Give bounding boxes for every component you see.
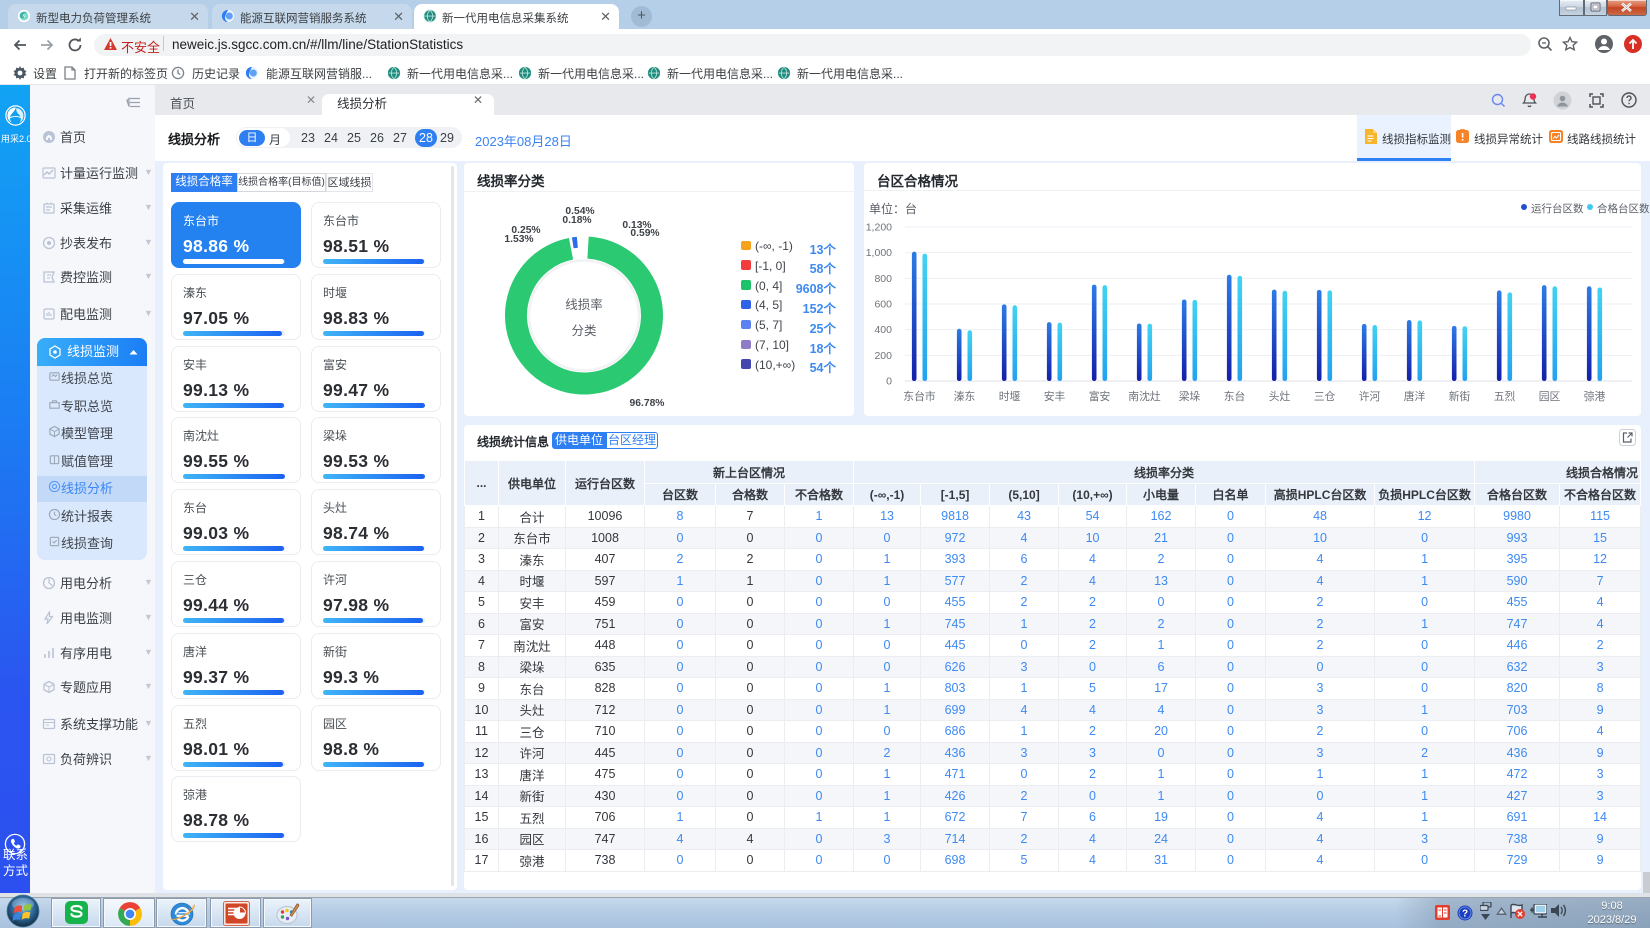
svg-text:许河: 许河 [1359, 390, 1381, 403]
svg-text:200: 200 [874, 350, 892, 362]
svg-text:园区: 园区 [1539, 390, 1561, 403]
svg-text:1,200: 1,200 [866, 222, 892, 234]
svg-text:头灶: 头灶 [1269, 390, 1291, 403]
svg-text:0: 0 [886, 376, 892, 388]
svg-text:五烈: 五烈 [1494, 389, 1516, 403]
svg-text:东台市: 东台市 [903, 389, 936, 403]
svg-text:时堰: 时堰 [999, 390, 1021, 403]
svg-text:唐洋: 唐洋 [1404, 389, 1426, 403]
svg-text:安丰: 安丰 [1044, 389, 1066, 403]
svg-text:溱东: 溱东 [954, 389, 976, 403]
svg-text:三仓: 三仓 [1314, 389, 1336, 403]
svg-text:南沈灶: 南沈灶 [1128, 389, 1161, 403]
svg-text:弶港: 弶港 [1584, 389, 1606, 403]
svg-text:600: 600 [874, 299, 892, 311]
svg-text:梁垛: 梁垛 [1179, 389, 1201, 403]
svg-text:400: 400 [874, 324, 892, 336]
svg-text:新街: 新街 [1449, 389, 1471, 403]
svg-text:东台: 东台 [1224, 389, 1246, 403]
svg-text:800: 800 [874, 273, 892, 285]
svg-text:富安: 富安 [1089, 389, 1111, 403]
svg-text:?: ? [1462, 909, 1468, 920]
svg-text:1,000: 1,000 [866, 247, 892, 259]
